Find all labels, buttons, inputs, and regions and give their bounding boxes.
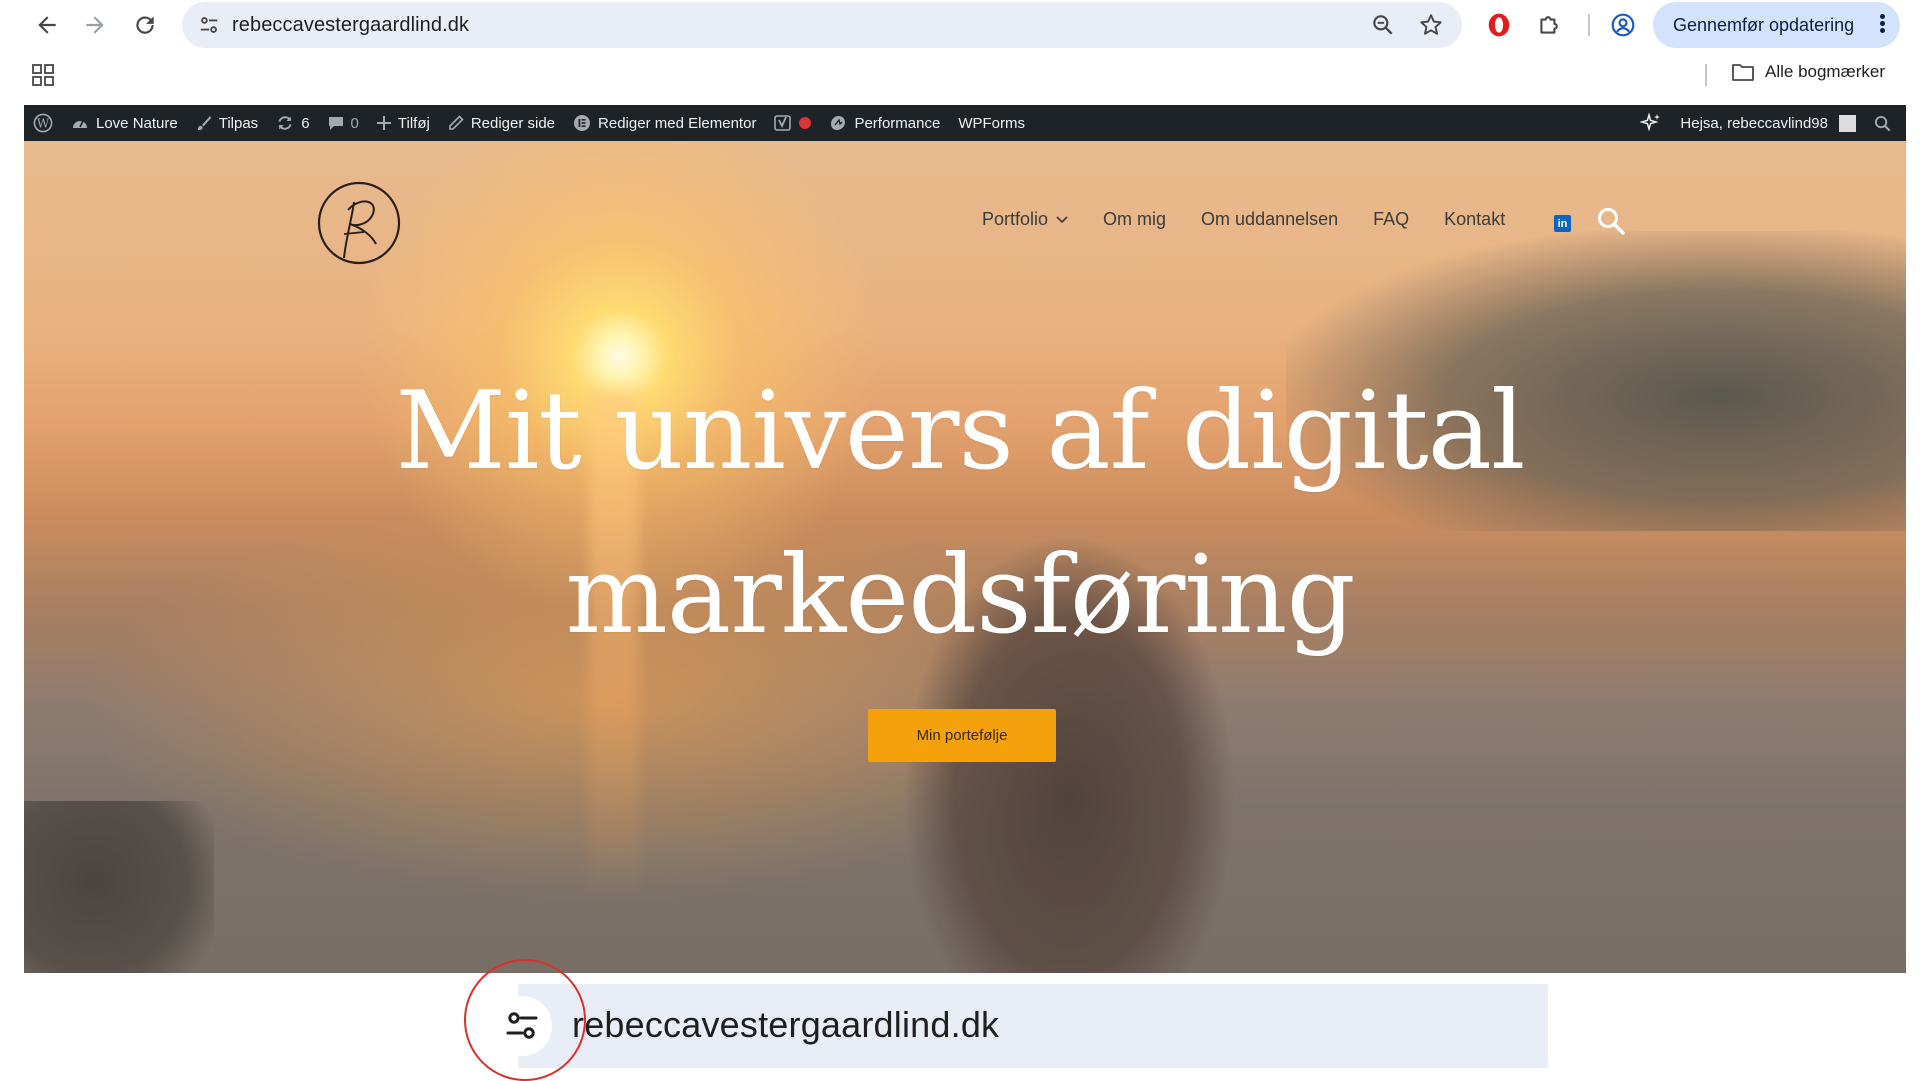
address-bar[interactable]: rebeccavestergaardlind.dk xyxy=(182,2,1462,48)
folder-icon xyxy=(1732,64,1754,81)
reload-button[interactable] xyxy=(128,8,162,42)
bookmarks-divider xyxy=(1705,64,1707,86)
forward-button[interactable] xyxy=(78,8,112,42)
apps-grid-icon[interactable] xyxy=(32,64,54,86)
profile-button[interactable] xyxy=(1604,6,1642,44)
elementor-edit-link[interactable]: Rediger med Elementor xyxy=(564,105,765,141)
refresh-icon xyxy=(276,114,294,132)
elementor-edit-label: Rediger med Elementor xyxy=(598,114,757,132)
comments-link[interactable]: 0 xyxy=(319,105,368,141)
pencil-icon xyxy=(448,115,464,131)
chevron-down-icon xyxy=(1056,215,1068,223)
elementor-icon xyxy=(573,114,591,132)
all-bookmarks-label: Alle bogmærker xyxy=(1765,62,1885,81)
sparkle-icon xyxy=(1640,112,1662,134)
browser-toolbar: rebeccavestergaardlind.dk Gennemfør opda… xyxy=(0,0,1920,50)
opera-extension-button[interactable] xyxy=(1480,6,1518,44)
update-button-label: Gennemfør opdatering xyxy=(1673,14,1855,35)
arrow-left-icon xyxy=(38,16,56,34)
toolbar-divider xyxy=(1588,14,1590,36)
star-icon xyxy=(1420,14,1442,35)
add-new-menu[interactable]: Tilføj xyxy=(368,105,439,141)
admin-search-button[interactable] xyxy=(1865,105,1900,141)
edit-page-link[interactable]: Rediger side xyxy=(439,105,564,141)
nav-om-uddannelsen-label: Om uddannelsen xyxy=(1201,209,1339,229)
nav-om-mig[interactable]: Om mig xyxy=(1103,209,1166,230)
zoom-button[interactable] xyxy=(1366,8,1400,42)
customize-link[interactable]: Tilpas xyxy=(187,105,267,141)
puzzle-icon xyxy=(1540,16,1558,34)
wp-admin-bar: W Love Nature Tilpas 6 0 Tilføj Rediger … xyxy=(24,105,1906,141)
performance-icon xyxy=(829,114,847,132)
customize-label: Tilpas xyxy=(218,114,259,132)
edit-page-label: Rediger side xyxy=(470,114,556,132)
bookmark-star-button[interactable] xyxy=(1414,8,1448,42)
nav-faq-label: FAQ xyxy=(1373,209,1410,229)
performance-label: Performance xyxy=(854,114,941,132)
nav-portfolio[interactable]: Portfolio xyxy=(982,209,1068,230)
wpforms-menu[interactable]: WPForms xyxy=(949,105,1034,141)
nav-kontakt-label: Kontakt xyxy=(1444,209,1506,229)
wp-logo-menu[interactable]: W xyxy=(24,105,62,141)
nav-om-uddannelsen[interactable]: Om uddannelsen xyxy=(1201,209,1338,230)
add-new-label: Tilføj xyxy=(397,114,430,132)
updates-count: 6 xyxy=(301,114,310,132)
search-icon[interactable] xyxy=(1596,206,1626,236)
hero-heading-line-1: Mit univers af digital xyxy=(395,369,1525,494)
zoomed-url-text: rebeccavestergaardlind.dk xyxy=(572,1004,1000,1045)
linkedin-icon[interactable]: in xyxy=(1554,215,1571,232)
tune-icon xyxy=(200,17,218,33)
extensions-button[interactable] xyxy=(1530,6,1568,44)
reload-icon xyxy=(136,16,154,34)
plus-icon xyxy=(376,116,391,130)
yoast-icon xyxy=(774,114,792,132)
nav-faq[interactable]: FAQ xyxy=(1373,209,1409,230)
user-greeting: Hejsa, rebeccavlind98 xyxy=(1680,114,1828,132)
site-info-button[interactable] xyxy=(192,8,226,42)
site-name-label: Love Nature xyxy=(96,114,178,132)
all-bookmarks-button[interactable]: Alle bogmærker xyxy=(1731,62,1885,82)
comments-count: 0 xyxy=(350,114,359,132)
back-button[interactable] xyxy=(30,8,64,42)
hero-heading: Mit univers af digital markedsføring xyxy=(330,350,1590,678)
portfolio-cta-label: Min portefølje xyxy=(916,727,1008,744)
nav-om-mig-label: Om mig xyxy=(1103,209,1167,229)
performance-menu[interactable]: Performance xyxy=(820,105,949,141)
nav-portfolio-label: Portfolio xyxy=(982,209,1049,229)
site-logo[interactable] xyxy=(314,178,404,268)
yoast-menu[interactable] xyxy=(765,105,820,141)
seo-status-dot xyxy=(799,117,812,129)
zoom-icon xyxy=(1373,15,1393,35)
wpforms-label: WPForms xyxy=(958,114,1025,132)
opera-icon xyxy=(1488,13,1510,37)
ai-assistant-button[interactable] xyxy=(1631,105,1671,141)
bookmarks-bar xyxy=(0,50,1920,102)
update-button[interactable]: Gennemfør opdatering xyxy=(1653,2,1900,48)
brush-icon xyxy=(196,115,212,131)
linkedin-label: in xyxy=(1557,217,1568,230)
hero-heading-line-2: markedsføring xyxy=(565,533,1355,658)
portfolio-cta-button[interactable]: Min portefølje xyxy=(868,709,1056,762)
avatar xyxy=(1839,114,1856,132)
svg-text:W: W xyxy=(37,117,50,131)
comment-bubble-icon xyxy=(328,115,344,131)
profile-icon xyxy=(1611,13,1635,37)
updates-link[interactable]: 6 xyxy=(267,105,318,141)
url-text[interactable]: rebeccavestergaardlind.dk xyxy=(232,14,469,37)
site-main-navigation: Portfolio Om mig Om uddannelsen FAQ Kont… xyxy=(982,209,1540,230)
search-icon xyxy=(1874,115,1891,132)
wordpress-icon: W xyxy=(33,113,53,133)
site-name-menu[interactable]: Love Nature xyxy=(62,105,187,141)
dashboard-gauge-icon xyxy=(71,115,89,131)
menu-dots-icon[interactable] xyxy=(1880,12,1886,35)
arrow-right-icon xyxy=(86,16,104,34)
nav-kontakt[interactable]: Kontakt xyxy=(1444,209,1505,230)
highlight-circle xyxy=(464,959,586,1081)
user-account-menu[interactable]: Hejsa, rebeccavlind98 xyxy=(1671,105,1865,141)
